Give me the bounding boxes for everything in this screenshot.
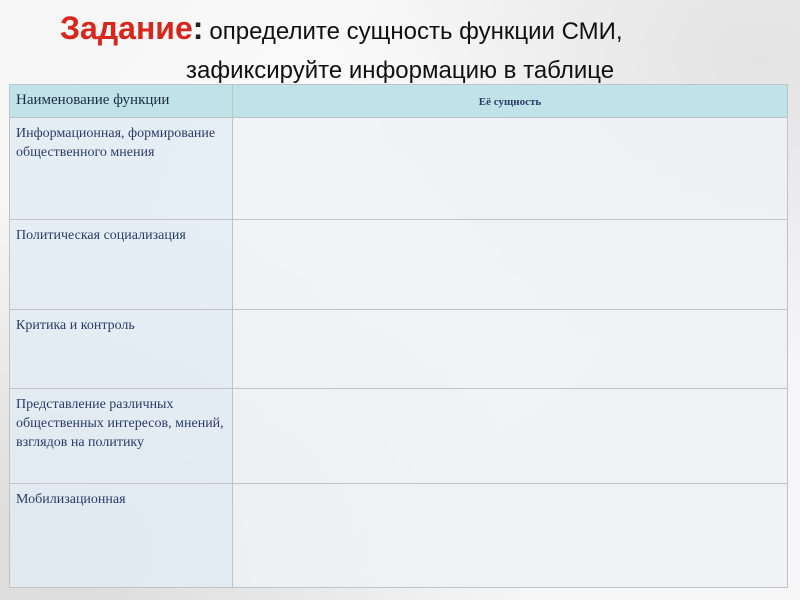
task-label: Задание: [60, 10, 193, 46]
function-name-cell: Представление различных общественных инт…: [9, 388, 233, 484]
table-row: Критика и контроль: [9, 309, 788, 389]
function-name-cell: Критика и контроль: [9, 309, 233, 389]
essence-cell[interactable]: [232, 388, 788, 484]
header-function-name: Наименование функции: [9, 84, 233, 118]
task-instruction-line2: зафиксируйте информацию в таблице: [186, 57, 615, 84]
table-row: Представление различных общественных инт…: [9, 388, 788, 484]
table-row: Информационная, формирование общественно…: [9, 117, 788, 220]
header-essence: Её сущность: [232, 84, 788, 118]
table-row: Мобилизационная: [9, 483, 788, 588]
task-instruction-line1: определите сущность функции СМИ,: [209, 18, 623, 45]
functions-table: Наименование функции Её сущность Информа…: [9, 84, 788, 588]
table-row: Политическая социализация: [9, 219, 788, 310]
essence-cell[interactable]: [232, 219, 788, 310]
essence-cell[interactable]: [232, 117, 788, 220]
task-label-colon: :: [192, 10, 204, 46]
slide-title: Задание: определите сущность функции СМИ,: [60, 10, 623, 50]
essence-cell[interactable]: [232, 483, 788, 588]
function-name-cell: Политическая социализация: [9, 219, 233, 310]
essence-cell[interactable]: [232, 309, 788, 389]
table-header-row: Наименование функции Её сущность: [9, 84, 788, 118]
function-name-cell: Информационная, формирование общественно…: [9, 117, 233, 220]
function-name-cell: Мобилизационная: [9, 483, 233, 588]
